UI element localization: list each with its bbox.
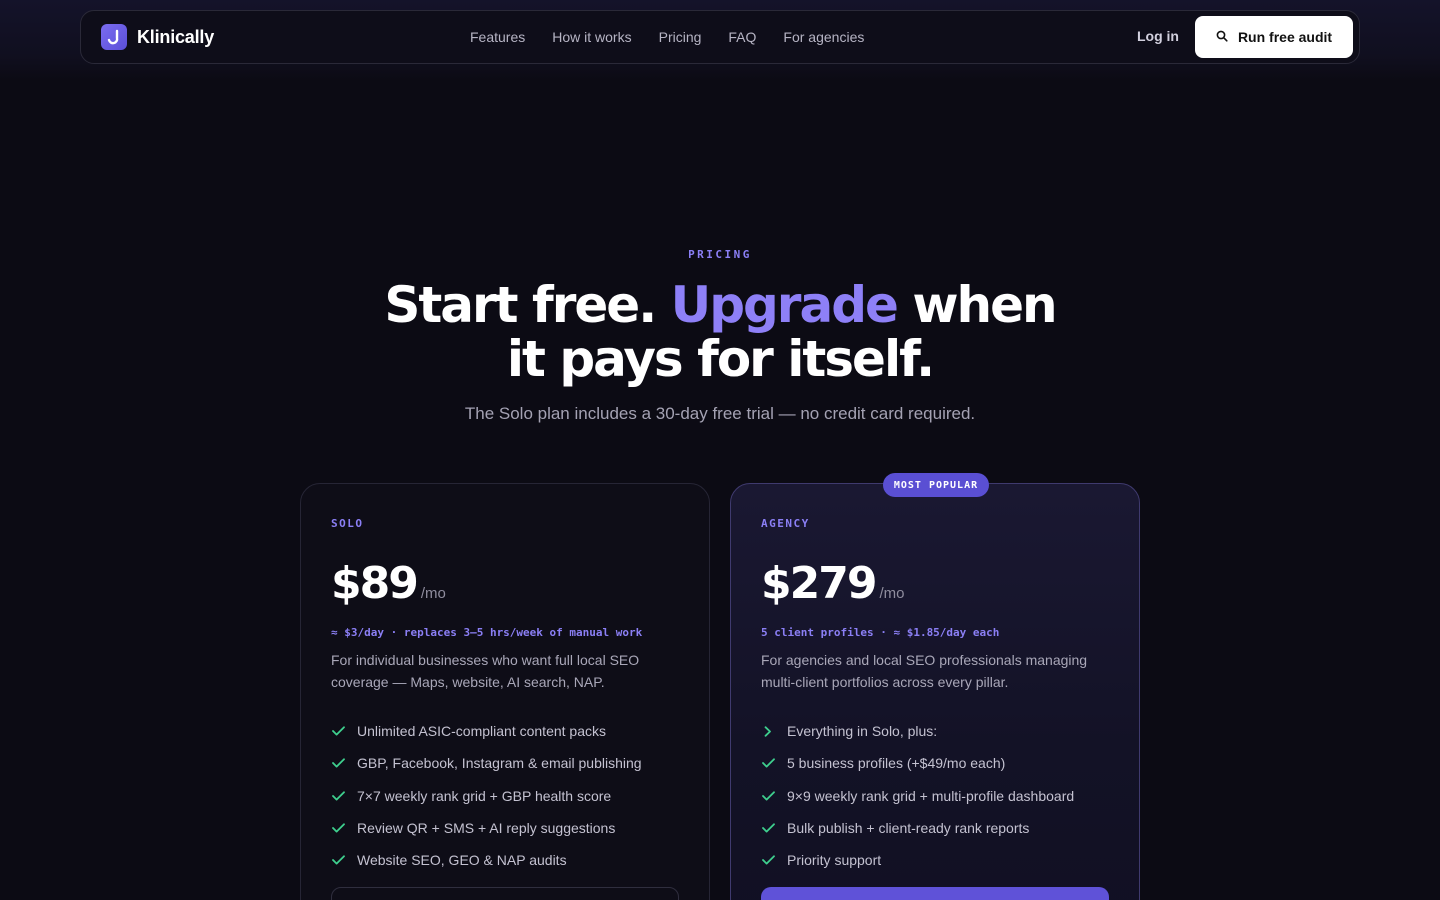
title-part-2: when xyxy=(896,276,1057,334)
title-accent: Upgrade xyxy=(670,276,899,334)
title-line-2: it pays for itself. xyxy=(506,330,935,388)
check-icon xyxy=(761,853,775,867)
price-row: $89 /mo xyxy=(331,558,446,609)
top-navbar: Klinically Features How it works Pricing… xyxy=(80,10,1360,64)
feature-item: Review QR + SMS + AI reply suggestions xyxy=(331,812,642,844)
feature-label: Website SEO, GEO & NAP audits xyxy=(357,852,567,869)
section-eyebrow: PRICING xyxy=(688,248,752,261)
feature-item: GBP, Facebook, Instagram & email publish… xyxy=(331,747,642,779)
feature-label: GBP, Facebook, Instagram & email publish… xyxy=(357,755,642,772)
check-icon xyxy=(761,821,775,835)
plan-tier: AGENCY xyxy=(761,517,810,530)
feature-label: Bulk publish + client-ready rank reports xyxy=(787,820,1030,837)
feature-item: Bulk publish + client-ready rank reports xyxy=(761,812,1074,844)
feature-item: 9×9 weekly rank grid + multi-profile das… xyxy=(761,780,1074,812)
feature-list: Unlimited ASIC-compliant content packs G… xyxy=(331,715,642,876)
nav-link-for-agencies[interactable]: For agencies xyxy=(783,29,864,45)
brand-name: Klinically xyxy=(137,26,215,47)
check-icon xyxy=(761,789,775,803)
feature-item: Unlimited ASIC-compliant content packs xyxy=(331,715,642,747)
check-icon xyxy=(331,756,345,770)
feature-item: Priority support xyxy=(761,844,1074,876)
plan-tier: SOLO xyxy=(331,517,364,530)
plan-description: For individual businesses who want full … xyxy=(331,652,640,690)
nav-link-how-it-works[interactable]: How it works xyxy=(552,29,631,45)
feature-item: 7×7 weekly rank grid + GBP health score xyxy=(331,780,642,812)
feature-label: 7×7 weekly rank grid + GBP health score xyxy=(357,787,612,804)
check-icon xyxy=(331,853,345,867)
feature-label: 5 business profiles (+$49/mo each) xyxy=(787,755,1006,772)
feature-label: Everything in Solo, plus: xyxy=(787,723,938,740)
page-subtitle: The Solo plan includes a 30-day free tri… xyxy=(464,404,976,423)
price-row: $279 /mo xyxy=(761,558,904,609)
page-title: Start free. Upgrade when it pays for its… xyxy=(0,278,1440,386)
most-popular-badge: MOST POPULAR xyxy=(883,473,989,497)
feature-label: 9×9 weekly rank grid + multi-profile das… xyxy=(787,787,1075,804)
feature-item: Website SEO, GEO & NAP audits xyxy=(331,844,642,876)
nav-link-pricing[interactable]: Pricing xyxy=(659,29,702,45)
plan-price: $89 xyxy=(331,558,419,609)
title-part-1: Start free. xyxy=(384,276,671,334)
check-icon xyxy=(331,789,345,803)
solo-plan-button[interactable] xyxy=(331,887,679,900)
feature-item: Everything in Solo, plus: xyxy=(761,715,1074,747)
nav-links: Features How it works Pricing FAQ For ag… xyxy=(470,11,891,63)
check-icon xyxy=(761,756,775,770)
feature-label: Unlimited ASIC-compliant content packs xyxy=(357,723,606,740)
agency-plan-button[interactable] xyxy=(761,887,1109,900)
nav-link-faq[interactable]: FAQ xyxy=(728,29,756,45)
run-free-audit-label: Run free audit xyxy=(1237,29,1333,45)
plan-period: /mo xyxy=(879,585,905,602)
brand[interactable]: Klinically xyxy=(101,24,214,50)
nav-link-features[interactable]: Features xyxy=(470,29,525,45)
feature-label: Priority support xyxy=(787,852,882,869)
plan-description: For agencies and local SEO professionals… xyxy=(761,652,1088,690)
login-link[interactable]: Log in xyxy=(1137,28,1179,44)
plan-note: 5 client profiles · ≈ $1.85/day each xyxy=(761,626,1000,639)
check-icon xyxy=(331,724,345,738)
feature-item: 5 business profiles (+$49/mo each) xyxy=(761,747,1074,779)
pricing-card-agency: MOST POPULAR AGENCY $279 /mo 5 client pr… xyxy=(730,473,1140,900)
search-icon xyxy=(1216,29,1228,45)
logo-icon xyxy=(101,24,127,50)
plan-period: /mo xyxy=(420,585,446,602)
chevron-right-icon xyxy=(761,724,775,738)
feature-label: Review QR + SMS + AI reply suggestions xyxy=(357,820,616,837)
pricing-card-solo: SOLO $89 /mo ≈ $3/day · replaces 3–5 hrs… xyxy=(300,483,710,900)
feature-list: Everything in Solo, plus: 5 business pro… xyxy=(761,715,1074,876)
run-free-audit-button[interactable]: Run free audit xyxy=(1195,16,1353,58)
plan-note: ≈ $3/day · replaces 3–5 hrs/week of manu… xyxy=(331,626,643,639)
plan-price: $279 xyxy=(761,558,877,609)
check-icon xyxy=(331,821,345,835)
